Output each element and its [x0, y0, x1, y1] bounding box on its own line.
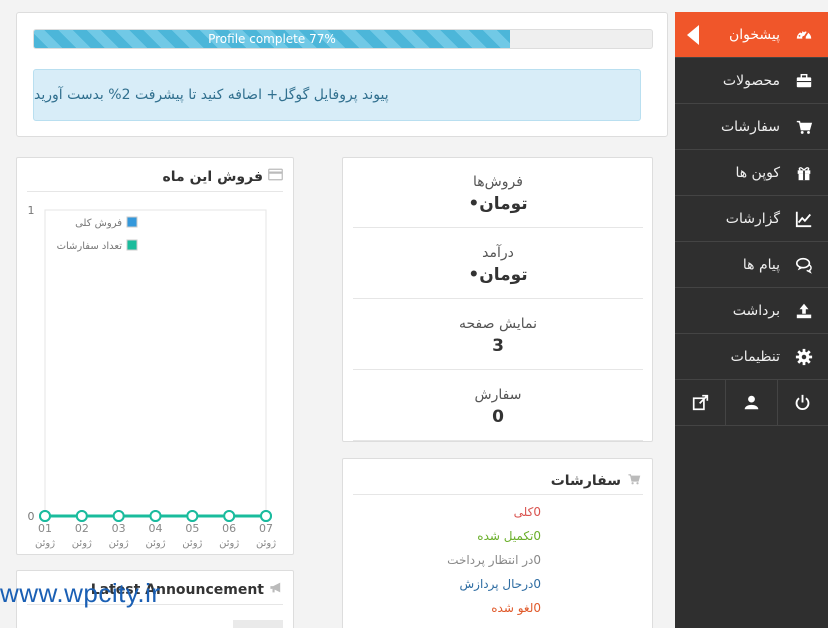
x-tick-label: 01 [38, 522, 52, 535]
x-tick-sublabel: ژوئن [72, 538, 92, 549]
profile-progress-bar: Profile complete 77% [33, 29, 653, 49]
sidebar-item-label: پیام ها [742, 256, 780, 273]
series-point [75, 510, 88, 522]
briefcase-icon [794, 71, 814, 91]
stat-income: درآمد •تومان [353, 229, 643, 299]
stat-sales: فروش‌ها •تومان [353, 158, 643, 228]
comments-icon [794, 255, 814, 275]
x-tick-label: 05 [185, 522, 199, 535]
sidebar-item-messages[interactable]: پیام ها [675, 242, 828, 288]
monthly-sales-header: فروش این ماه [27, 162, 283, 192]
sidebar-item-label: سفارشات [720, 118, 780, 135]
sidebar-item-label: گزارشات [725, 210, 780, 227]
stat-label: نمایش صفحه [459, 316, 537, 332]
user-icon[interactable] [726, 380, 778, 425]
x-tick-sublabel: ژوئن [219, 538, 239, 549]
cart-icon [621, 472, 641, 490]
cart-icon [794, 117, 814, 137]
monthly-sales-panel: فروش این ماه 1 0 01 ژوئن 02 ژوئن 03 ژوئن 04 ژوئن 0… [16, 157, 294, 555]
sidebar-item-label: کوپن ها [735, 164, 780, 181]
x-tick-label: 06 [222, 522, 236, 535]
legend-label: تعداد سفارشات [57, 241, 123, 252]
x-tick-label: 04 [149, 522, 163, 535]
x-tick-label: 07 [259, 522, 273, 535]
series-point [149, 510, 162, 522]
sidebar-item-label: برداشت [732, 302, 780, 319]
order-status-pending[interactable]: 0در انتظار پرداخت [443, 553, 541, 567]
order-status-processing[interactable]: 0درحال پردازش [443, 577, 541, 591]
order-status-completed[interactable]: 0تکمیل شده [443, 529, 541, 543]
stat-label: فروش‌ها [473, 174, 523, 190]
series-point [39, 510, 51, 522]
stat-pageviews: نمایش صفحه 3 [353, 300, 643, 370]
sidebar-item-coupons[interactable]: کوپن ها [675, 150, 828, 196]
order-status-cancelled[interactable]: 0لغو شده [443, 601, 541, 615]
order-status-total[interactable]: 0کلی [443, 505, 541, 519]
legend-swatch [126, 216, 138, 228]
upload-icon [794, 301, 814, 321]
profile-notice: پیوند پروفایل گوگل+ اضافه کنید تا پیشرفت… [33, 69, 641, 121]
orders-panel-header: سفارشات [353, 467, 643, 495]
sidebar-item-label: محصولات [722, 72, 780, 89]
series-point [186, 510, 199, 522]
monthly-sales-chart: 1 001 ژوئن 02 ژوئن 03 ژوئن 04 ژوئن 05 ژوئن 06 ژوئن 07… [28, 204, 277, 549]
monthly-sales-title: فروش این ماه [162, 168, 264, 185]
dashboard-icon [794, 25, 814, 45]
sidebar-item-reports[interactable]: گزارشات [675, 196, 828, 242]
x-tick-sublabel: ژوئن [109, 538, 129, 549]
gear-icon [794, 347, 814, 367]
sidebar-bottom-row [675, 380, 828, 426]
gift-icon [794, 163, 814, 183]
stat-value: •تومان [468, 265, 528, 285]
chart-line-icon [794, 209, 814, 229]
sidebar: پیشخوان محصولات سفارشات کوپن ها گزارشات … [675, 12, 828, 628]
legend-label: فروش کلی [75, 218, 122, 229]
sidebar-item-orders[interactable]: سفارشات [675, 104, 828, 150]
stat-value: 3 [492, 336, 504, 356]
profile-panel: Profile complete 77% پیوند پروفایل گوگل+… [16, 12, 668, 137]
orders-panel: سفارشات 0کلی 0تکمیل شده 0در انتظار پرداخ… [342, 458, 653, 628]
sidebar-item-settings[interactable]: تنظیمات [675, 334, 828, 380]
stat-value: 0 [492, 407, 504, 427]
x-tick-label: 03 [112, 522, 126, 535]
orders-panel-title: سفارشات [550, 472, 621, 489]
series-point [112, 510, 125, 522]
sidebar-item-products[interactable]: محصولات [675, 58, 828, 104]
sidebar-item-label: تنظیمات [730, 348, 780, 365]
power-icon[interactable] [778, 380, 828, 425]
y-tick-label: 0 [28, 510, 35, 523]
x-tick-label: 02 [75, 522, 89, 535]
x-tick-sublabel: ژوئن [35, 538, 55, 549]
y-tick-label: 1 [28, 204, 35, 217]
stat-label: درآمد [482, 245, 514, 261]
legend-swatch [126, 239, 138, 251]
chart-plot-area [44, 209, 267, 517]
stat-orders: سفارش 0 [353, 371, 643, 441]
external-link-icon[interactable] [675, 380, 727, 425]
watermark: www.wpcity.ir [0, 578, 161, 608]
sidebar-item-dashboard[interactable]: پیشخوان [675, 12, 828, 58]
sidebar-item-label: پیشخوان [728, 26, 780, 43]
stats-panel: فروش‌ها •تومان درآمد •تومان نمایش صفحه 3… [342, 157, 653, 442]
profile-progress-fill: Profile complete 77% [34, 30, 510, 48]
series-point [260, 510, 272, 522]
announcement-placeholder [233, 620, 283, 628]
credit-card-icon [263, 168, 283, 185]
stat-label: سفارش [474, 387, 522, 403]
x-tick-sublabel: ژوئن [256, 538, 276, 549]
sidebar-item-withdraw[interactable]: برداشت [675, 288, 828, 334]
x-tick-sublabel: ژوئن [145, 538, 165, 549]
x-tick-sublabel: ژوئن [182, 538, 202, 549]
series-point [223, 510, 236, 522]
active-caret [687, 25, 699, 45]
megaphone-icon [264, 581, 283, 598]
stat-value: •تومان [468, 194, 528, 214]
